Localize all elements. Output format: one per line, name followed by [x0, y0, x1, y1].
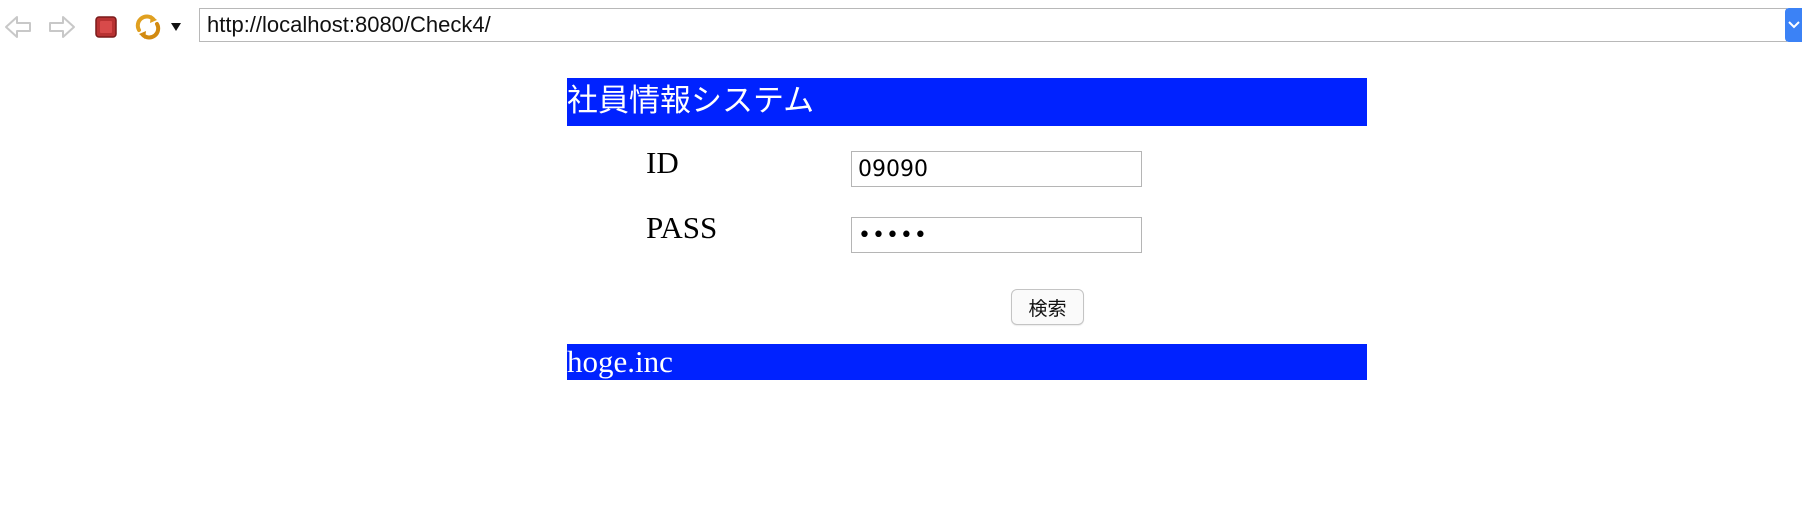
password-input[interactable]: [851, 217, 1142, 253]
pass-label: PASS: [646, 210, 718, 245]
forward-arrow-icon: [49, 16, 75, 38]
back-arrow-icon: [5, 16, 31, 38]
page-header: 社員情報システム: [567, 78, 1367, 126]
page-footer: hoge.inc: [567, 344, 1367, 380]
chevron-down-icon: [1787, 21, 1800, 29]
page-title: 社員情報システム: [567, 83, 815, 119]
dropdown-arrow-icon: [171, 23, 181, 31]
refresh-menu-button[interactable]: [170, 20, 182, 34]
stop-button[interactable]: [90, 12, 122, 42]
url-bar[interactable]: http://localhost:8080/Check4/: [199, 8, 1787, 42]
url-dropdown-button[interactable]: [1785, 8, 1802, 42]
refresh-icon: [135, 14, 161, 40]
forward-button[interactable]: [46, 12, 78, 42]
url-text: http://localhost:8080/Check4/: [207, 12, 491, 37]
stop-icon: [95, 16, 117, 38]
back-button[interactable]: [2, 12, 34, 42]
search-button[interactable]: 検索: [1011, 289, 1084, 325]
id-label: ID: [646, 145, 679, 180]
footer-text: hoge.inc: [567, 344, 673, 379]
browser-toolbar: http://localhost:8080/Check4/: [0, 0, 1802, 54]
refresh-button[interactable]: [132, 12, 164, 42]
id-input[interactable]: [851, 151, 1142, 187]
